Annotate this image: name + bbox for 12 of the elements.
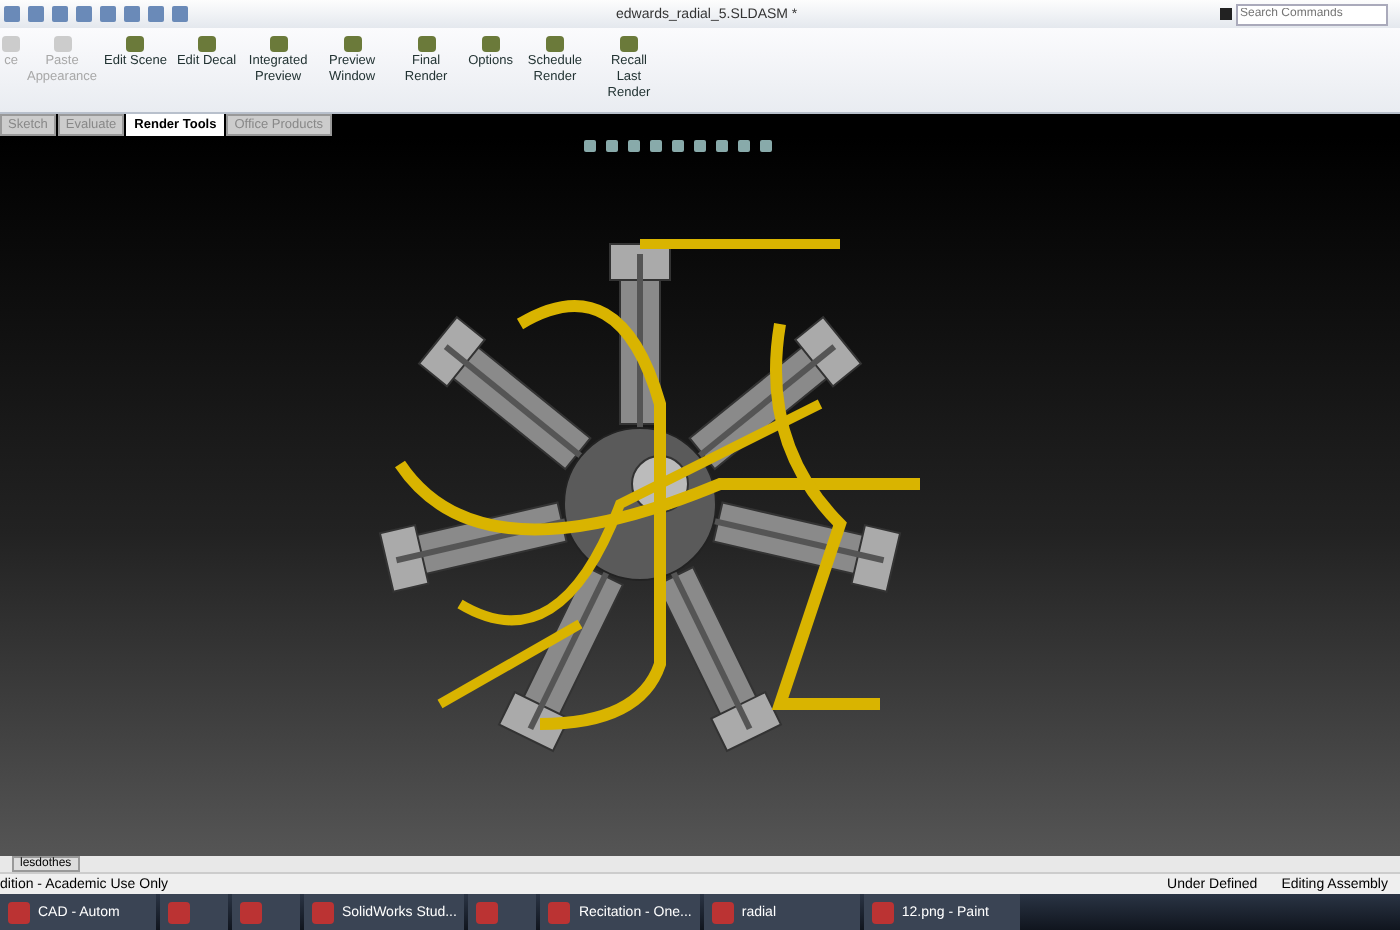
app-icon [240, 901, 262, 923]
search-icon [1220, 8, 1232, 20]
taskbar-button[interactable] [468, 894, 537, 930]
app-icon [8, 901, 30, 923]
app-icon [476, 901, 499, 923]
app-icon [711, 901, 734, 923]
taskbar-button[interactable] [160, 894, 228, 930]
app-icon [871, 901, 894, 923]
taskbar-button[interactable] [232, 894, 300, 930]
app-icon [548, 901, 571, 923]
app-icon [312, 901, 334, 923]
app-icon [168, 901, 190, 923]
